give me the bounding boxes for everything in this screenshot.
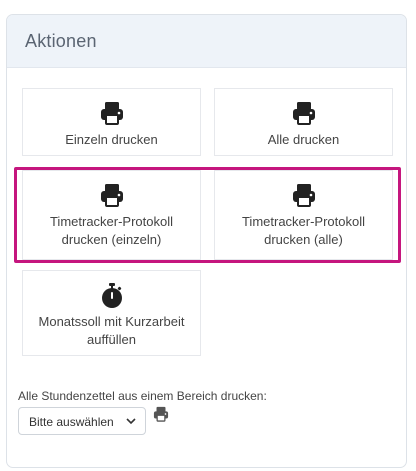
monthly-fill-label-line1: Monatssoll mit Kurzarbeit [38, 314, 185, 329]
area-select[interactable]: Bitte auswählen [18, 407, 146, 435]
panel-title: Aktionen [25, 31, 97, 51]
stopwatch-icon [101, 283, 122, 308]
monthly-fill-button[interactable]: Monatssoll mit Kurzarbeit auffüllen [22, 270, 201, 356]
printer-icon [100, 102, 123, 125]
area-select-value: Bitte auswählen [29, 415, 114, 429]
monthly-fill-label-line2: auffüllen [87, 332, 136, 347]
panel-header: Aktionen [7, 15, 406, 68]
print-all-label: Alle drucken [267, 132, 340, 147]
printer-icon[interactable] [152, 405, 170, 423]
print-single-label: Einzeln drucken [65, 132, 158, 147]
area-print-label: Alle Stundenzettel aus einem Bereich dru… [18, 389, 267, 403]
print-single-button[interactable]: Einzeln drucken [22, 88, 201, 156]
chevron-down-icon [126, 418, 136, 425]
highlight-frame [14, 167, 401, 263]
printer-icon [292, 102, 315, 125]
print-all-button[interactable]: Alle drucken [214, 88, 393, 156]
